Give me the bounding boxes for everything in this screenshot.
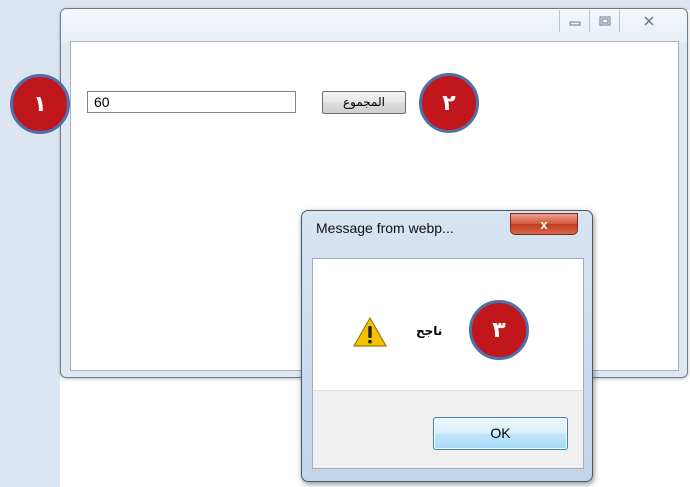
minimize-icon	[569, 21, 580, 26]
close-icon	[643, 16, 654, 26]
restore-button[interactable]	[589, 10, 619, 32]
callout-badge-3: ٣	[469, 300, 529, 360]
callout-badge-2: ٢	[419, 73, 479, 133]
ok-button[interactable]: OK	[433, 417, 568, 450]
number-input[interactable]	[87, 91, 296, 113]
background-panel	[0, 0, 60, 487]
close-icon: x	[540, 216, 548, 232]
dialog-title: Message from webp...	[316, 220, 454, 236]
dialog-body: ناجح OK	[312, 258, 584, 469]
dialog-close-button[interactable]: x	[510, 213, 578, 235]
sum-button[interactable]: المجموع	[322, 91, 406, 114]
minimize-button[interactable]	[559, 10, 589, 32]
window-close-button[interactable]	[619, 10, 677, 32]
callout-badge-1: ١	[10, 74, 70, 134]
alert-dialog: Message from webp... x ناجح OK	[301, 210, 593, 482]
restore-icon	[599, 16, 610, 26]
dialog-message: ناجح	[416, 324, 443, 338]
window-controls	[559, 10, 677, 32]
warning-icon	[353, 317, 387, 347]
